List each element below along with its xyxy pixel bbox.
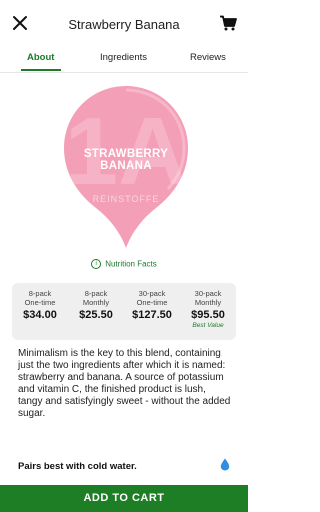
pairing-note: Pairs best with cold water. xyxy=(18,461,137,472)
pack-size: 8-pack xyxy=(28,289,52,298)
water-drop-icon xyxy=(220,458,230,471)
nutrition-facts-label: Nutrition Facts xyxy=(105,259,157,269)
pricing-options: 8-pack One-time $34.00 8-pack Monthly $2… xyxy=(12,283,236,340)
price-amount: $127.50 xyxy=(132,309,172,321)
cart-icon[interactable] xyxy=(219,15,237,31)
capsule-graphic: 1A xyxy=(64,86,188,248)
tab-bar: About Ingredients Reviews xyxy=(0,44,248,73)
price-option-8-one-time[interactable]: 8-pack One-time $34.00 xyxy=(12,289,68,321)
pack-size: 30-pack xyxy=(194,289,222,298)
purchase-type: One-time xyxy=(24,298,56,307)
price-amount: $34.00 xyxy=(23,309,57,321)
best-value-badge: Best Value xyxy=(192,322,224,329)
price-amount: $25.50 xyxy=(79,309,113,321)
tab-about[interactable]: About xyxy=(27,52,54,63)
capsule-title-line1: STRAWBERRY xyxy=(83,148,169,160)
active-tab-indicator xyxy=(21,69,61,71)
add-to-cart-button[interactable]: ADD TO CART xyxy=(0,485,248,512)
price-option-30-monthly[interactable]: 30-pack Monthly $95.50 Best Value xyxy=(180,289,236,329)
price-option-30-one-time[interactable]: 30-pack One-time $127.50 xyxy=(124,289,180,321)
tab-reviews[interactable]: Reviews xyxy=(190,52,226,63)
app-header: Strawberry Banana xyxy=(0,0,248,44)
product-description: Minimalism is the key to this blend, con… xyxy=(18,348,231,419)
purchase-type: One-time xyxy=(136,298,168,307)
product-image: 1A STRAWBERRY BANANA REINSTOFFE xyxy=(62,84,190,260)
price-option-8-monthly[interactable]: 8-pack Monthly $25.50 xyxy=(68,289,124,321)
capsule-brand: REINSTOFFE xyxy=(92,194,160,204)
pack-size: 8-pack xyxy=(84,289,108,298)
purchase-type: Monthly xyxy=(82,298,110,307)
info-icon: i xyxy=(91,259,102,269)
price-amount: $95.50 xyxy=(191,309,225,321)
pack-size: 30-pack xyxy=(138,289,166,298)
page-title: Strawberry Banana xyxy=(68,17,180,32)
close-icon[interactable] xyxy=(12,15,28,31)
nutrition-facts-link[interactable]: i Nutrition Facts xyxy=(0,259,248,269)
capsule-title-line2: BANANA xyxy=(100,160,152,172)
tab-ingredients[interactable]: Ingredients xyxy=(100,52,147,63)
capsule-title: STRAWBERRY BANANA xyxy=(62,148,190,172)
purchase-type: Monthly xyxy=(194,298,222,307)
